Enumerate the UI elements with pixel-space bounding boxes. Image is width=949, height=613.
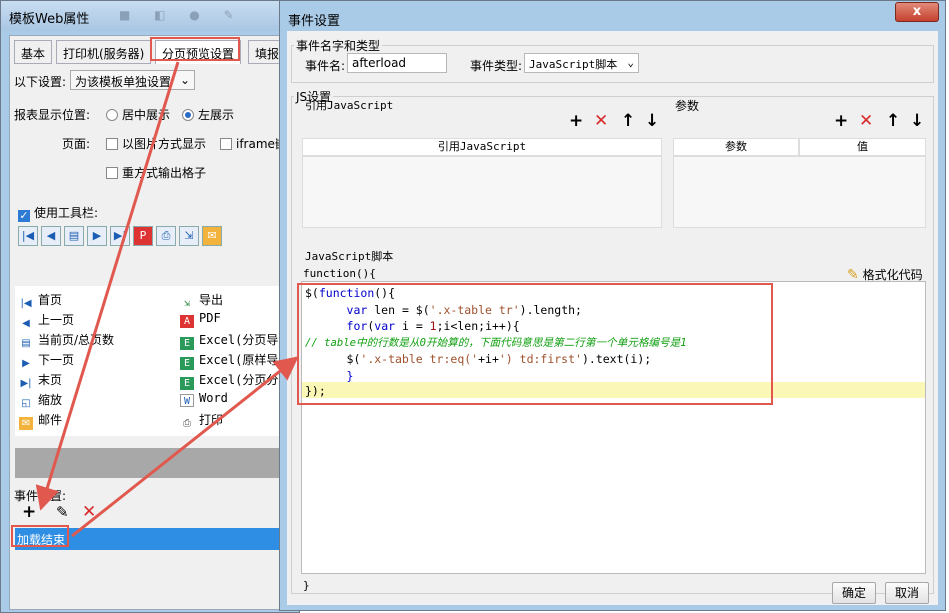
- annotation-arrows: [35, 61, 299, 538]
- arrow-tab-to-add: [35, 61, 180, 511]
- arrow-event-to-code: [71, 356, 299, 538]
